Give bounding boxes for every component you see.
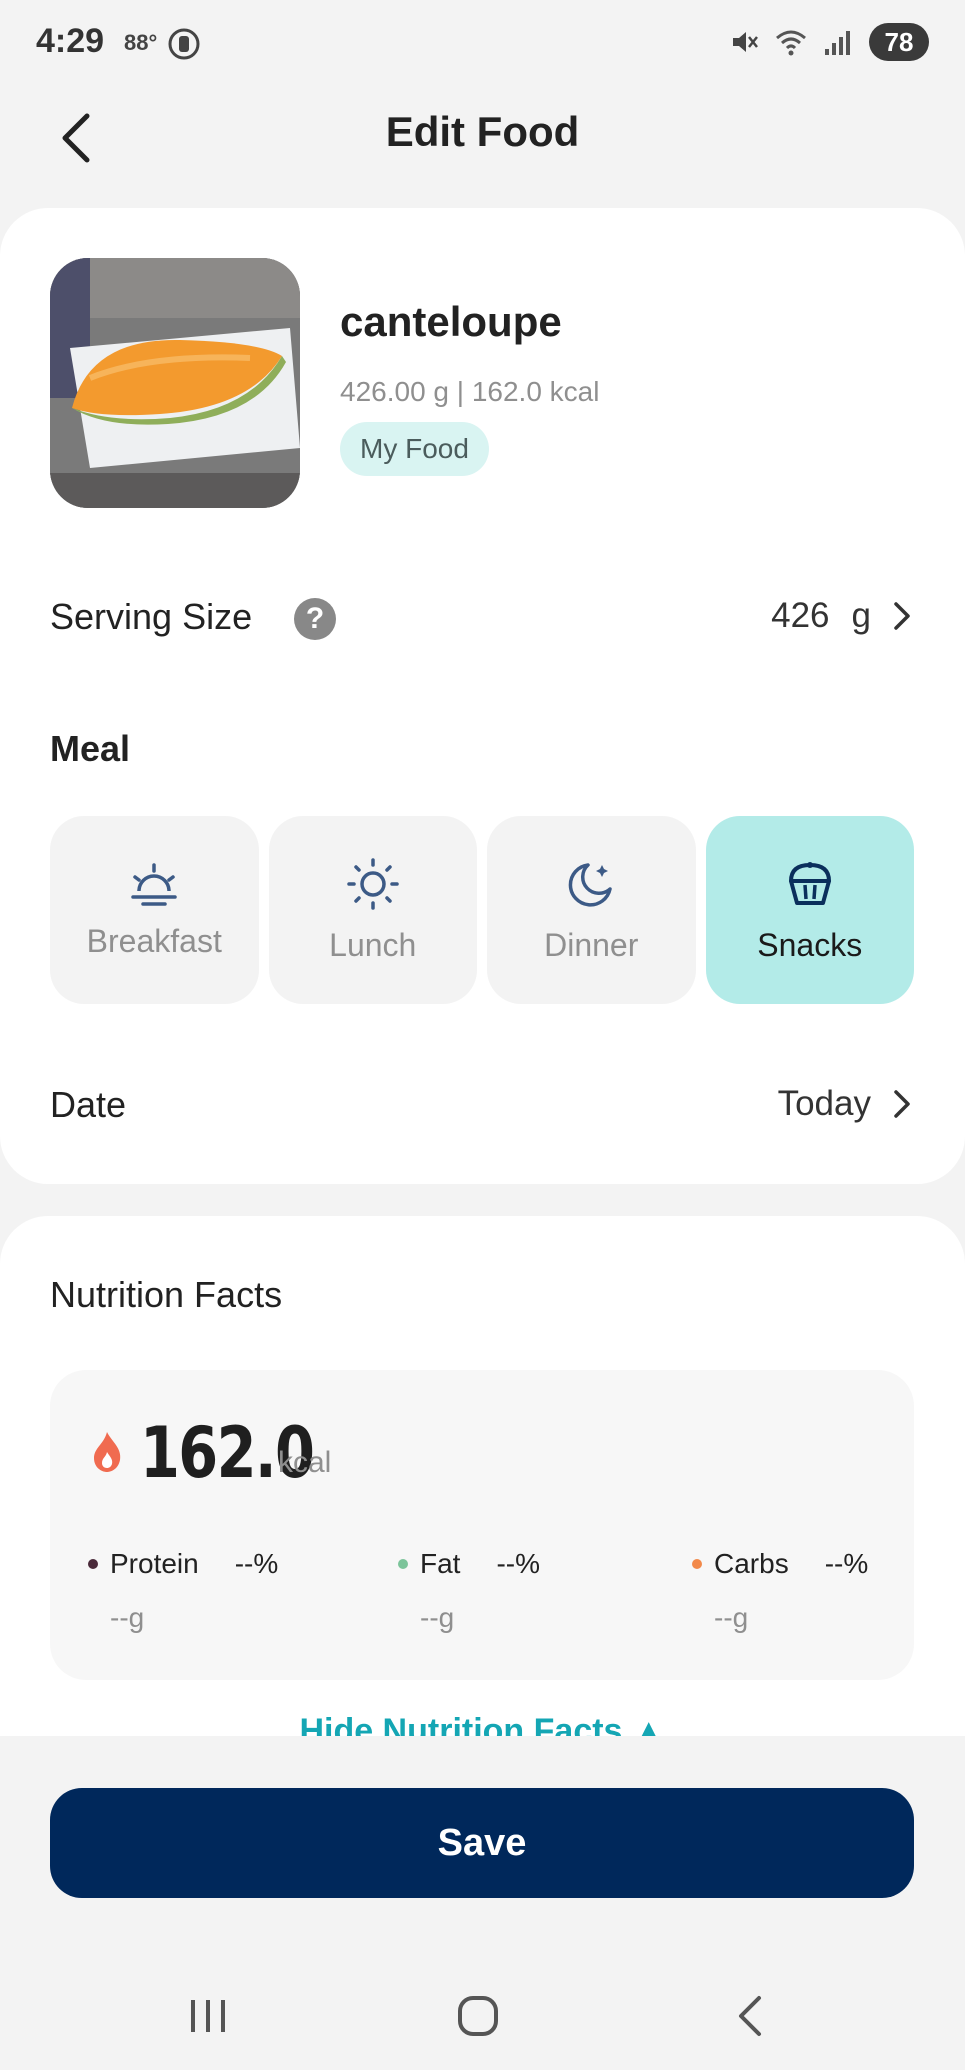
meal-option-dinner[interactable]: Dinner — [487, 816, 696, 1004]
hide-nutrition-facts-link[interactable]: Hide Nutrition Facts ▲ — [0, 1716, 965, 1736]
meal-option-lunch[interactable]: Lunch — [268, 816, 477, 1004]
hide-nutrition-facts-label: Hide Nutrition Facts ▲ — [299, 1716, 666, 1736]
macro-name: Fat — [420, 1548, 461, 1579]
food-name: canteloupe — [340, 298, 562, 345]
page-title: Edit Food — [385, 108, 580, 155]
save-button[interactable]: Save — [50, 1788, 914, 1898]
mute-icon — [733, 32, 758, 52]
header: Edit Food — [0, 84, 965, 204]
macro-name: Protein — [110, 1548, 199, 1579]
system-back-button[interactable] — [690, 1966, 810, 2066]
battery-indicator: 78 — [869, 23, 929, 61]
signal-icon — [825, 31, 850, 55]
muffin-icon — [788, 861, 831, 905]
cantaloupe-image — [50, 258, 300, 508]
moon-icon — [568, 862, 612, 907]
date-selector[interactable]: Today — [778, 1084, 911, 1124]
chevron-right-icon — [894, 1090, 910, 1118]
help-icon[interactable]: ? — [294, 598, 336, 640]
macro-fat: Fat --% --g — [398, 1548, 540, 1634]
macro-grams: --g — [110, 1602, 145, 1633]
serving-size-value: 426 — [771, 596, 830, 635]
chevron-right-icon — [894, 602, 910, 630]
macro-grams: --g — [420, 1602, 455, 1633]
food-summary: 426.00 g | 162.0 kcal — [340, 376, 600, 407]
wifi-icon — [776, 30, 806, 56]
status-temperature: 88° — [124, 30, 158, 55]
status-bar: 4:29 88° 78 — [0, 0, 965, 84]
meal-label-breakfast: Breakfast — [86, 922, 222, 959]
alarm-icon — [168, 28, 200, 60]
nutrition-summary: 162.0 kcal Protein --% --g Fat --% --g C… — [50, 1370, 914, 1680]
protein-dot — [88, 1559, 98, 1569]
serving-size-unit: g — [851, 596, 871, 635]
food-details-card: canteloupe 426.00 g | 162.0 kcal My Food… — [0, 208, 965, 1184]
date-label: Date — [50, 1084, 127, 1125]
food-photo — [50, 258, 300, 508]
meal-option-breakfast[interactable]: Breakfast — [50, 816, 259, 1004]
home-button[interactable] — [418, 1966, 538, 2066]
recent-apps-button[interactable] — [148, 1966, 268, 2066]
status-time: 4:29 — [36, 22, 105, 60]
calories-unit: kcal — [278, 1446, 332, 1479]
meal-label-dinner: Dinner — [544, 926, 639, 963]
bottom-action-area: Save — [0, 1736, 965, 2070]
nutrition-card: Nutrition Facts 162.0 kcal Protein --% -… — [0, 1216, 965, 1736]
macro-percent: --% — [234, 1548, 279, 1579]
home-icon — [458, 1996, 498, 2036]
macro-percent: --% — [496, 1548, 541, 1579]
date-value: Today — [777, 1084, 871, 1123]
serving-size-label: Serving Size — [50, 596, 253, 637]
nutrition-facts-title: Nutrition Facts — [50, 1274, 283, 1315]
recent-apps-icon — [191, 2000, 225, 2032]
food-tag-badge: My Food — [340, 422, 489, 476]
meal-label-lunch: Lunch — [329, 926, 417, 963]
macro-grams: --g — [714, 1602, 749, 1633]
macro-percent: --% — [824, 1548, 869, 1579]
serving-size-selector[interactable]: 426 g — [771, 596, 911, 636]
system-nav-bar — [0, 1966, 965, 2070]
macro-name: Carbs — [714, 1548, 789, 1579]
macro-carbs: Carbs --% --g — [692, 1548, 868, 1634]
fat-dot — [398, 1559, 408, 1569]
meal-label-snacks: Snacks — [757, 926, 863, 963]
sunrise-icon — [131, 862, 177, 906]
meal-selector: Breakfast Lunch Dinner Snacks — [50, 816, 914, 1004]
carbs-dot — [692, 1559, 702, 1569]
macro-protein: Protein --% --g — [88, 1548, 278, 1634]
meal-option-snacks[interactable]: Snacks — [705, 816, 914, 1004]
sun-icon — [347, 857, 399, 910]
back-icon — [739, 1996, 761, 2036]
flame-icon — [94, 1432, 121, 1472]
meal-section-title: Meal — [50, 728, 131, 769]
